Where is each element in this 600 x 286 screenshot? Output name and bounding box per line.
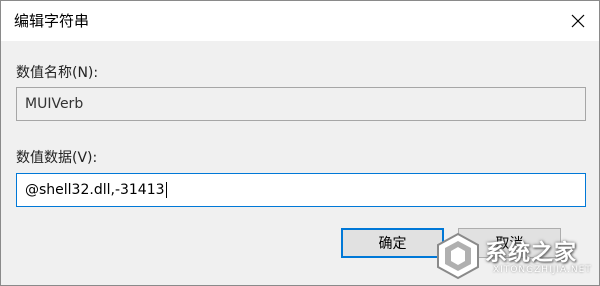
value-data-label: 数值数据(V):: [16, 150, 98, 166]
ok-button[interactable]: 确定: [341, 228, 444, 258]
value-name-text: MUIVerb: [25, 96, 84, 112]
watermark-subtext: XITONGZHIJIA.NET: [493, 265, 592, 275]
close-button[interactable]: [556, 1, 599, 41]
cancel-button[interactable]: 取消: [458, 228, 561, 258]
value-name-field: MUIVerb: [16, 87, 586, 121]
dialog-title: 编辑字符串: [14, 12, 90, 30]
value-data-text: @shell32.dll,-31413: [25, 182, 165, 198]
title-bar: 编辑字符串: [1, 1, 599, 41]
value-data-input[interactable]: @shell32.dll,-31413: [16, 173, 586, 207]
text-cursor: [165, 182, 167, 198]
edit-string-dialog: 编辑字符串 数值名称(N): MUIVerb 数值数据(V): @shell32…: [0, 0, 600, 286]
value-name-label: 数值名称(N):: [16, 65, 99, 81]
close-icon: [571, 14, 584, 28]
